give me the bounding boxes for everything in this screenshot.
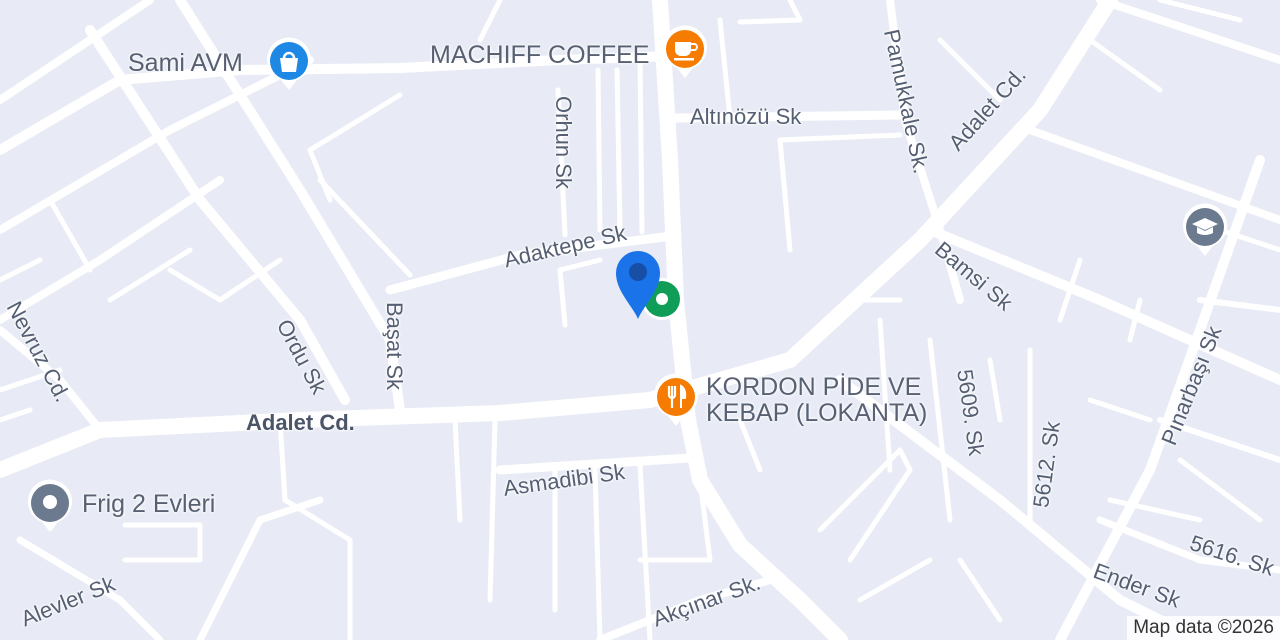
shopping-bag-icon[interactable] [264, 36, 314, 97]
map-attribution: Map data ©2026 [1127, 616, 1280, 640]
location-pin-icon[interactable] [612, 245, 664, 326]
coffee-cup-icon[interactable] [660, 24, 710, 85]
poi-label-kordon-line-2: KEBAP (LOKANTA) [706, 399, 928, 428]
street-label-altinozu-sk: Altınözü Sk [690, 104, 802, 129]
street-label-basat-sk: Başat Sk [382, 302, 407, 391]
map-canvas[interactable]: Adalet Cd. Adalet Cd. Orhun Sk Adaktepe … [0, 0, 1280, 640]
street-label-orhun-sk: Orhun Sk [551, 96, 576, 189]
restaurant-icon[interactable] [651, 372, 701, 433]
road-adalet-cd-ne [782, 0, 1118, 368]
graduation-cap-icon[interactable] [1180, 202, 1230, 263]
place-icon[interactable] [25, 478, 75, 539]
poi-label-frig-2-evleri[interactable]: Frig 2 Evleri [82, 491, 215, 518]
poi-label-kordon-pide[interactable]: KORDON PİDE VE KEBAP (LOKANTA) [706, 374, 927, 427]
street-label-adalet-cd: Adalet Cd. [246, 410, 355, 435]
poi-label-kordon-line-1: KORDON PİDE VE [706, 373, 922, 401]
poi-label-machiff-coffee[interactable]: MACHIFF COFFEE [430, 42, 649, 69]
road-main-north-south [652, 0, 848, 640]
poi-label-sami-avm[interactable]: Sami AVM [128, 50, 243, 77]
